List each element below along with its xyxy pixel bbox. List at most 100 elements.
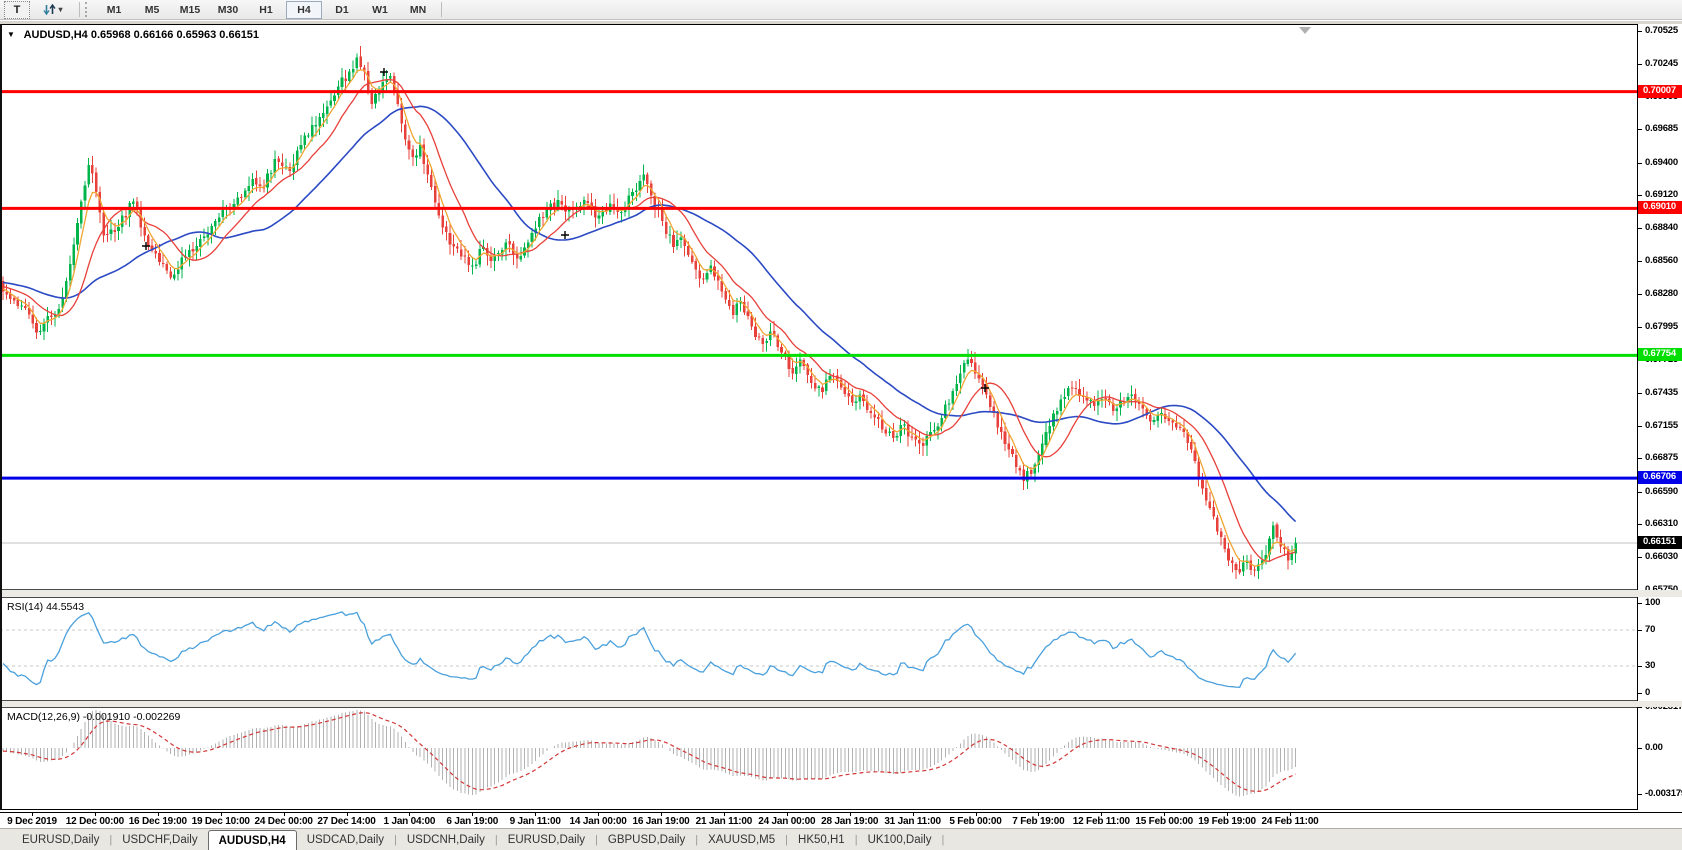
toolbar-separator [79,2,80,17]
timeframe-button-h1[interactable]: H1 [248,1,284,19]
timeframe-button-d1[interactable]: D1 [324,1,360,19]
time-axis-label: 15 Feb 00:00 [1135,816,1193,827]
text-tool-button[interactable]: T [4,1,30,19]
level-price-badge: 0.69010 [1638,201,1682,214]
time-axis-label: 12 Feb 11:00 [1073,816,1130,827]
time-axis-label: 28 Jan 19:00 [821,816,878,827]
current-price-badge: 0.66151 [1638,536,1682,549]
time-axis-label: 24 Jan 00:00 [758,816,815,827]
timeframe-button-m15[interactable]: M15 [172,1,208,19]
macd-scale-label: -0.003179 [1638,788,1682,800]
time-axis-label: 9 Jan 11:00 [510,816,561,827]
tab-usdcnh-daily[interactable]: USDCNH,Daily [397,829,495,850]
chart-title: ▼ AUDUSD,H4 0.65968 0.66166 0.65963 0.66… [7,29,259,41]
time-axis-label: 19 Feb 19:00 [1198,816,1256,827]
toolbar-drag-handle[interactable] [85,2,91,17]
timeframe-button-w1[interactable]: W1 [362,1,398,19]
toolbar: T ▾ M1M5M15M30H1H4D1W1MN [0,0,1682,20]
rsi-scale-label: 30 [1638,660,1655,672]
time-axis: 9 Dec 2019 12 Dec 00:00 16 Dec 19:00 19 Dec… [0,812,1682,828]
price-tick-label: 0.67995 [1638,321,1678,333]
panel-splitter[interactable] [0,590,1682,597]
chart-symbol-timeframe: AUDUSD,H4 [24,29,88,41]
tab-audusd-h4[interactable]: AUDUSD,H4 [208,830,297,850]
time-axis-label: 31 Jan 11:00 [884,816,941,827]
candles-layer [2,46,1297,579]
price-tick-label: 0.68840 [1638,222,1678,234]
axis-gap [0,810,1682,812]
price-tick-label: 0.66310 [1638,518,1678,530]
price-tick-label: 0.68560 [1638,255,1678,267]
time-axis-label: 21 Jan 11:00 [696,816,753,827]
time-axis-label: 9 Dec 2019 [7,816,57,827]
time-axis-label: 6 Jan 19:00 [446,816,498,827]
level-price-badge: 0.67754 [1638,348,1682,361]
price-tick-label: 0.67435 [1638,387,1678,399]
price-tick-label: 0.70525 [1638,25,1678,37]
arrange-arrows-icon [43,3,56,16]
rsi-scale-label: 100 [1638,597,1660,609]
chart-ohlc-values: 0.65968 0.66166 0.65963 0.66151 [91,29,259,41]
time-axis-label: 24 Dec 00:00 [254,816,312,827]
macd-label: MACD(12,26,9) -0.001910 -0.002269 [7,711,180,723]
price-tick-label: 0.69685 [1638,123,1678,135]
price-tick-label: 0.66030 [1638,551,1678,563]
price-tick-label: 0.69400 [1638,157,1678,169]
macd-signal-line [3,713,1296,792]
time-axis-label: 27 Dec 14:00 [317,816,375,827]
rsi-panel: RSI(14) 44.5543 [0,597,1637,701]
time-axis-label: 7 Feb 19:00 [1012,816,1064,827]
price-tick-label: 0.66875 [1638,452,1678,464]
chart-shift-marker[interactable] [1299,27,1311,34]
timeframe-toolbar: M1M5M15M30H1H4D1W1MN [95,1,437,19]
rsi-line [3,612,1296,687]
time-axis-label: 12 Dec 00:00 [66,816,124,827]
arrange-windows-button[interactable]: ▾ [32,1,74,19]
price-chart-canvas [0,25,1637,589]
ma-fast-line [3,70,1296,566]
ma-slow-line [3,106,1296,521]
price-tick-label: 0.67155 [1638,420,1678,432]
macd-panel: MACD(12,26,9) -0.001910 -0.002269 [0,707,1637,810]
collapse-arrow-icon[interactable]: ▼ [7,30,15,39]
macd-scale-label: 0.00 [1638,742,1663,754]
rsi-scale-label: 70 [1638,624,1655,636]
tab-xauusd-m5[interactable]: XAUUSD,M5 [698,829,785,850]
timeframe-button-m30[interactable]: M30 [210,1,246,19]
level-price-badge: 0.66706 [1638,471,1682,484]
main-chart-panel[interactable]: ▼ AUDUSD,H4 0.65968 0.66166 0.65963 0.66… [0,24,1637,590]
rsi-scale-label: 0 [1638,687,1650,699]
panel-splitter[interactable] [0,701,1682,707]
tab-usdcad-daily[interactable]: USDCAD,Daily [297,829,394,850]
timeframe-button-h4[interactable]: H4 [286,1,322,19]
time-axis-label: 14 Jan 00:00 [570,816,627,827]
timeframe-button-m5[interactable]: M5 [134,1,170,19]
rsi-label: RSI(14) 44.5543 [7,601,84,613]
tab-eurusd-daily[interactable]: EURUSD,Daily [12,829,109,850]
time-axis-label: 19 Dec 10:00 [192,816,250,827]
rsi-canvas [0,598,1637,700]
timeframe-button-m1[interactable]: M1 [96,1,132,19]
tab-eurusd-daily[interactable]: EURUSD,Daily [498,829,595,850]
chevron-down-icon: ▾ [58,5,62,14]
time-axis-label: 5 Feb 00:00 [949,816,1001,827]
macd-canvas [0,708,1637,809]
tab-separator: | [941,829,944,850]
cross-marker [561,231,569,239]
chart-tabs-bar: EURUSD,Daily | USDCHF,DailyAUDUSD,H4USDCAD… [0,828,1682,850]
chart-left-border [0,24,2,810]
price-axis: 0.705250.702450.699650.696850.694000.691… [1637,24,1682,810]
text-tool-label: T [14,4,21,16]
price-tick-label: 0.66590 [1638,486,1678,498]
toolbar-separator [441,2,442,17]
time-axis-label: 1 Jan 04:00 [384,816,436,827]
tab-usdchf-daily[interactable]: USDCHF,Daily [112,829,207,850]
tab-uk100-daily[interactable]: UK100,Daily [858,829,942,850]
time-axis-label: 16 Dec 19:00 [129,816,187,827]
price-tick-label: 0.68280 [1638,288,1678,300]
level-price-badge: 0.70007 [1638,85,1682,98]
tab-hk50-h1[interactable]: HK50,H1 [788,829,855,850]
timeframe-button-mn[interactable]: MN [400,1,436,19]
tab-gbpusd-daily[interactable]: GBPUSD,Daily [598,829,695,850]
time-axis-label: 24 Feb 11:00 [1261,816,1318,827]
